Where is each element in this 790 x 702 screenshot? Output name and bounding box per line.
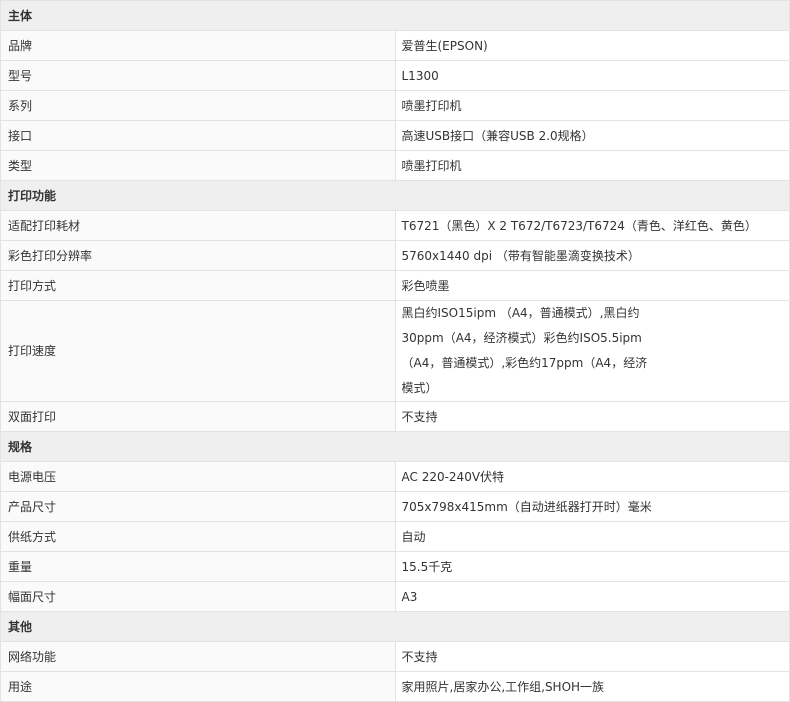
spec-row-dimensions: 产品尺寸 705x798x415mm（自动进纸器打开时）毫米 [0, 491, 790, 522]
spec-row-print-speed: 打印速度 黑白约ISO15ipm （A4，普通模式）,黑白约30ppm（A4，经… [0, 300, 790, 402]
spec-row-usage: 用途 家用照片,居家办公,工作组,SHOH一族 [0, 671, 790, 702]
spec-value: 705x798x415mm（自动进纸器打开时）毫米 [394, 491, 790, 522]
spec-label: 供纸方式 [0, 521, 396, 552]
spec-row-network: 网络功能 不支持 [0, 641, 790, 672]
spec-label: 品牌 [0, 30, 396, 61]
spec-label: 适配打印耗材 [0, 210, 396, 241]
spec-row-model: 型号 L1300 [0, 60, 790, 91]
spec-value: A3 [394, 581, 790, 612]
spec-value: 爱普生(EPSON) [394, 30, 790, 61]
spec-value: 高速USB接口（兼容USB 2.0规格） [394, 120, 790, 151]
spec-row-type: 类型 喷墨打印机 [0, 150, 790, 181]
spec-value: 不支持 [394, 641, 790, 672]
section-header-specs: 规格 [0, 431, 790, 462]
spec-label: 重量 [0, 551, 396, 582]
spec-row-interface: 接口 高速USB接口（兼容USB 2.0规格） [0, 120, 790, 151]
spec-row-weight: 重量 15.5千克 [0, 551, 790, 582]
spec-value: 15.5千克 [394, 551, 790, 582]
spec-label: 幅面尺寸 [0, 581, 396, 612]
spec-row-duplex: 双面打印 不支持 [0, 401, 790, 432]
spec-row-print-method: 打印方式 彩色喷墨 [0, 270, 790, 301]
spec-value: 自动 [394, 521, 790, 552]
section-header-print: 打印功能 [0, 180, 790, 211]
spec-label: 接口 [0, 120, 396, 151]
spec-label: 网络功能 [0, 641, 396, 672]
section-title: 规格 [0, 431, 790, 462]
spec-value: 喷墨打印机 [394, 90, 790, 121]
spec-value: AC 220-240V伏特 [394, 461, 790, 492]
spec-value: 家用照片,居家办公,工作组,SHOH一族 [394, 671, 790, 702]
spec-row-brand: 品牌 爱普生(EPSON) [0, 30, 790, 61]
spec-label: 类型 [0, 150, 396, 181]
spec-table: 主体 品牌 爱普生(EPSON) 型号 L1300 系列 喷墨打印机 接口 高速… [0, 0, 790, 702]
section-title: 其他 [0, 611, 790, 642]
spec-value: 彩色喷墨 [394, 270, 790, 301]
spec-row-format: 幅面尺寸 A3 [0, 581, 790, 612]
section-header-main: 主体 [0, 0, 790, 31]
spec-value: 喷墨打印机 [394, 150, 790, 181]
spec-label: 用途 [0, 671, 396, 702]
spec-label: 打印方式 [0, 270, 396, 301]
spec-value: 不支持 [394, 401, 790, 432]
spec-value: 5760x1440 dpi （带有智能墨滴变换技术） [394, 240, 790, 271]
spec-label: 打印速度 [0, 300, 396, 402]
spec-label: 彩色打印分辨率 [0, 240, 396, 271]
spec-label: 双面打印 [0, 401, 396, 432]
spec-value: 黑白约ISO15ipm （A4，普通模式）,黑白约30ppm（A4，经济模式）彩… [394, 300, 790, 402]
spec-row-series: 系列 喷墨打印机 [0, 90, 790, 121]
spec-value: T6721（黑色）X 2 T672/T6723/T6724（青色、洋红色、黄色） [394, 210, 790, 241]
spec-label: 型号 [0, 60, 396, 91]
spec-row-voltage: 电源电压 AC 220-240V伏特 [0, 461, 790, 492]
section-header-other: 其他 [0, 611, 790, 642]
section-title: 打印功能 [0, 180, 790, 211]
section-title: 主体 [0, 0, 790, 31]
spec-label: 系列 [0, 90, 396, 121]
spec-value: L1300 [394, 60, 790, 91]
spec-label: 电源电压 [0, 461, 396, 492]
spec-row-paper-feed: 供纸方式 自动 [0, 521, 790, 552]
spec-label: 产品尺寸 [0, 491, 396, 522]
spec-row-color-resolution: 彩色打印分辨率 5760x1440 dpi （带有智能墨滴变换技术） [0, 240, 790, 271]
spec-row-consumables: 适配打印耗材 T6721（黑色）X 2 T672/T6723/T6724（青色、… [0, 210, 790, 241]
